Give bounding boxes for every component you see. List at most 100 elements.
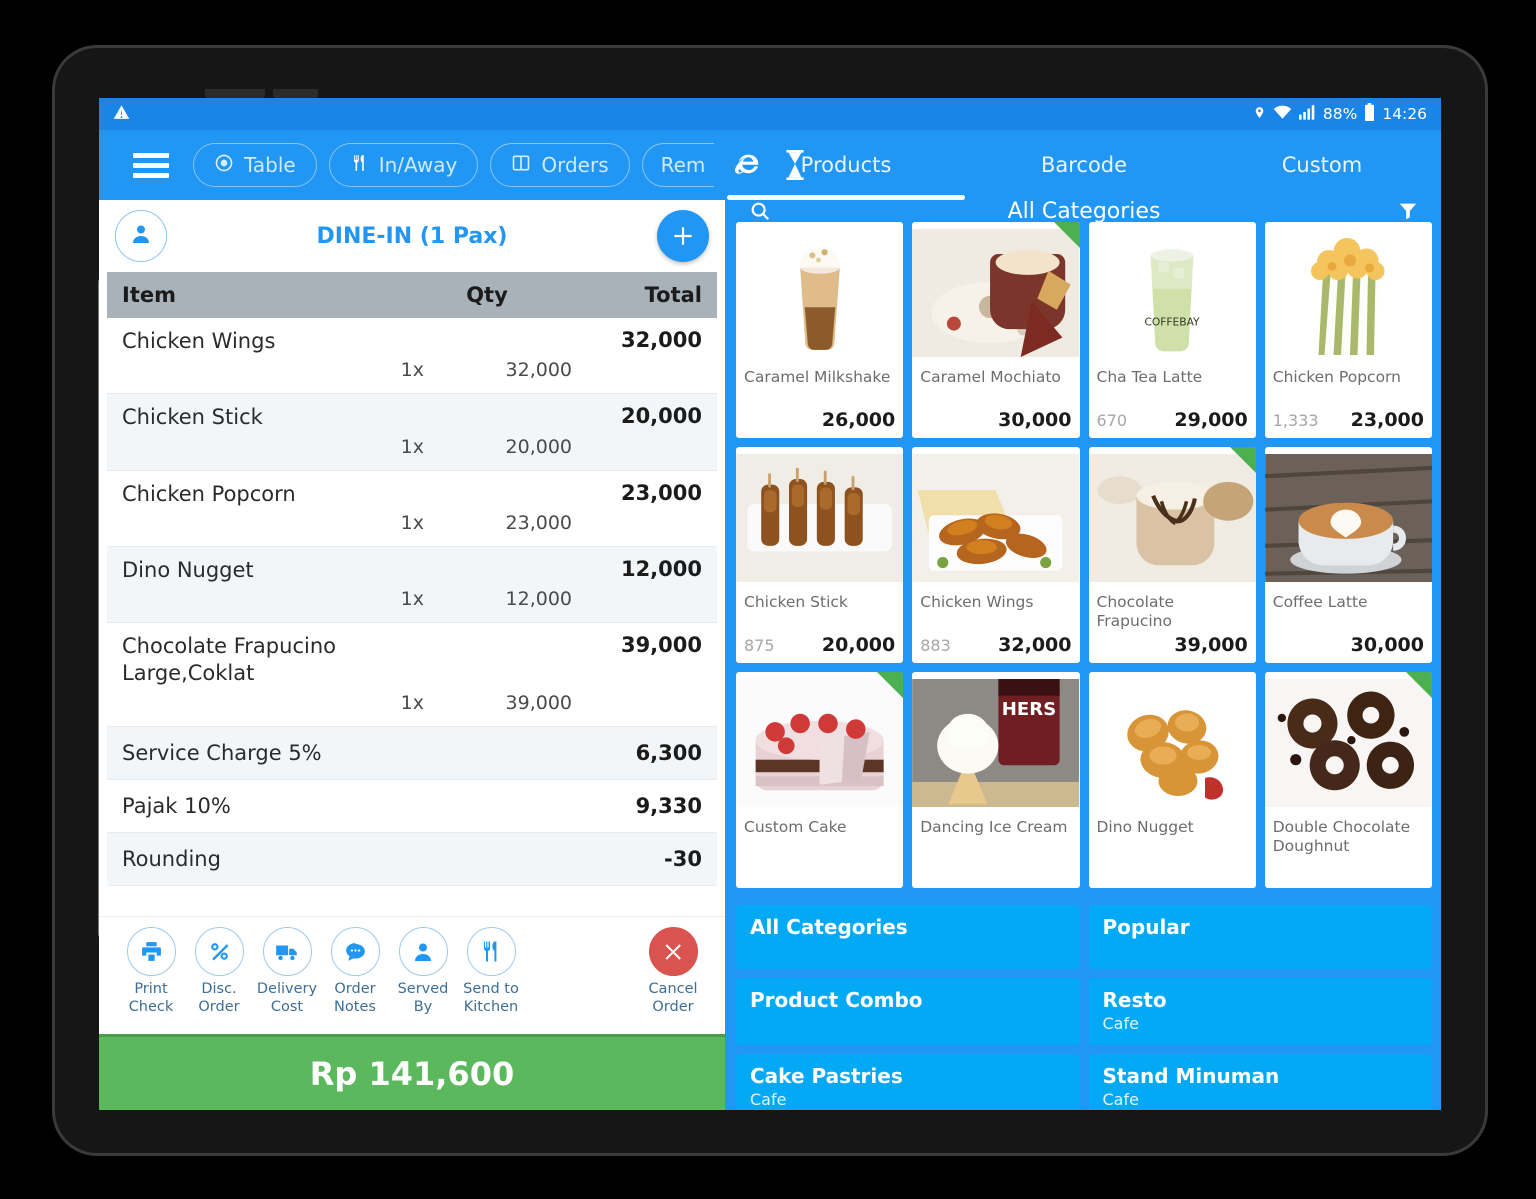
order-notes-button-label: Order Notes	[334, 981, 376, 1015]
order-item-row[interactable]: Chicken Popcorn 23,000 1x 23,000	[107, 471, 717, 547]
order-item-row[interactable]: Chicken Stick 20,000 1x 20,000	[107, 394, 717, 471]
tab-custom[interactable]: Custom	[1203, 130, 1441, 200]
printer-icon	[126, 927, 176, 976]
order-item-name: Chocolate Frapucino Large,Coklat	[122, 634, 336, 686]
served-by-button[interactable]: Served By	[389, 927, 457, 1016]
tab-barcode[interactable]: Barcode	[965, 130, 1203, 200]
close-x-icon	[648, 927, 698, 976]
tab-products[interactable]: Products	[727, 130, 965, 200]
order-notes-button[interactable]: Order Notes	[321, 927, 389, 1016]
category-tile[interactable]: All Categories	[736, 905, 1080, 969]
product-card[interactable]: Caramel Mochiato 30,000	[912, 222, 1080, 438]
product-grid: Caramel Milkshake 26,000 Caramel Mochiato 3…	[727, 222, 1441, 896]
product-card[interactable]: Custom Cake	[736, 672, 904, 888]
location-pin-icon	[1253, 104, 1266, 125]
product-name: Caramel Milkshake	[744, 368, 891, 386]
cancel-order-button[interactable]: Cancel Order	[639, 927, 707, 1016]
order-header: DINE-IN (1 Pax)	[99, 200, 725, 272]
category-tile[interactable]: Resto Cafe	[1088, 978, 1432, 1045]
product-card[interactable]: Dino Nugget	[1088, 672, 1256, 888]
product-price: 39,000	[1174, 634, 1248, 656]
order-item-row[interactable]: Chicken Wings 32,000 1x 32,000	[107, 318, 717, 395]
order-panel: DINE-IN (1 Pax) Item Qty Total Chicken W…	[99, 200, 727, 1110]
order-charge-row[interactable]: Pajak 10% 9,330	[107, 780, 717, 833]
order-item-unit-price: 23,000	[505, 511, 572, 534]
person-icon	[129, 222, 153, 250]
product-card[interactable]: Double Chocolate Doughnut	[1264, 672, 1432, 888]
product-price: 20,000	[821, 634, 896, 656]
product-card[interactable]: Chicken Wings 883 32,000	[912, 447, 1080, 663]
cutlery-icon	[466, 927, 516, 976]
print-check-button[interactable]: Print Check	[117, 927, 185, 1016]
product-thumbnail: HERS	[912, 672, 1080, 814]
product-name: Dino Nugget	[1096, 818, 1194, 836]
app-top-bar: Table In/Away Orders Rem Products Barcod…	[99, 130, 1441, 200]
table-button[interactable]: Table	[193, 143, 317, 187]
product-card[interactable]: Chocolate Frapucino 39,000	[1088, 447, 1256, 663]
category-name: Cake Pastries	[750, 1064, 903, 1088]
product-card[interactable]: COFFEBAY Cha Tea Latte 670 29,000	[1088, 222, 1256, 438]
category-subtitle: Cafe	[1102, 1014, 1139, 1033]
order-charge-row[interactable]: Service Charge 5% 6,300	[107, 726, 717, 780]
order-item-unit-price: 32,000	[505, 359, 572, 382]
product-name: Chicken Popcorn	[1272, 368, 1401, 386]
order-charge-value: 6,300	[635, 740, 702, 765]
product-name: Caramel Mochiato	[920, 368, 1061, 386]
product-card[interactable]: HERS Dancing Ice Cream	[912, 672, 1080, 888]
product-thumbnail	[1264, 447, 1432, 589]
column-header-qty: Qty	[466, 283, 508, 307]
customer-button[interactable]	[115, 210, 167, 262]
funnel-filter-icon[interactable]	[1397, 200, 1419, 222]
columns-icon	[511, 153, 531, 178]
order-charge-row[interactable]: Rounding -30	[107, 832, 717, 886]
product-price: 23,000	[1350, 409, 1424, 431]
delivery-cost-button-label: Delivery Cost	[256, 981, 318, 1015]
add-order-button[interactable]	[657, 210, 709, 262]
disc-order-button[interactable]: Disc. Order	[185, 927, 253, 1016]
send-to-kitchen-button[interactable]: Send to Kitchen	[457, 927, 525, 1016]
person-icon	[398, 927, 448, 976]
product-card[interactable]: Caramel Milkshake 26,000	[736, 222, 904, 438]
order-item-row[interactable]: Dino Nugget 12,000 1x 12,000	[107, 546, 717, 624]
order-item-total: 39,000	[620, 633, 702, 658]
column-header-total: Total	[644, 283, 702, 307]
search-icon[interactable]	[749, 200, 771, 222]
remove-button-label: Rem	[660, 153, 706, 177]
hamburger-menu-icon[interactable]	[121, 152, 181, 178]
tablet-screen: 88% 14:26 Table In/Away Orders Rem Produ…	[99, 98, 1441, 1110]
category-tile[interactable]: Cake Pastries Cafe	[736, 1054, 1080, 1110]
category-name: Popular	[1102, 915, 1190, 939]
product-name: Cha Tea Latte	[1096, 368, 1203, 386]
tab-custom-label: Custom	[1281, 153, 1363, 177]
category-tile[interactable]: Product Combo	[736, 978, 1080, 1045]
product-thumbnail	[736, 447, 904, 589]
category-tile[interactable]: Popular	[1088, 905, 1432, 969]
grand-total-bar[interactable]: Rp 141,600	[99, 1034, 725, 1110]
tablet-speaker-slot	[205, 89, 265, 98]
order-charge-value: -30	[664, 846, 702, 871]
in-away-button[interactable]: In/Away	[328, 143, 479, 187]
order-item-total: 12,000	[620, 556, 702, 581]
cancel-order-button-label: Cancel Order	[648, 981, 698, 1015]
served-by-button-label: Served By	[397, 981, 449, 1015]
order-charge-label: Rounding	[122, 846, 221, 871]
order-charge-label: Service Charge 5%	[122, 740, 322, 765]
product-card[interactable]: Chicken Stick 875 20,000	[736, 447, 904, 663]
order-item-name: Chicken Wings	[122, 329, 276, 353]
product-flag-corner	[1229, 447, 1256, 473]
product-name: Coffee Latte	[1272, 593, 1368, 611]
delivery-cost-button[interactable]: Delivery Cost	[253, 927, 321, 1016]
android-status-bar: 88% 14:26	[99, 98, 1441, 130]
remove-button[interactable]: Rem	[641, 143, 714, 187]
category-subtitle: Cafe	[1102, 1090, 1139, 1109]
warning-triangle-icon	[113, 104, 130, 125]
tab-products-label: Products	[800, 153, 892, 177]
column-header-item: Item	[122, 283, 176, 307]
order-item-row[interactable]: Chocolate Frapucino Large,Coklat 39,000 1x 3…	[107, 623, 717, 727]
orders-button[interactable]: Orders	[490, 143, 630, 187]
category-tile[interactable]: Stand Minuman Cafe	[1088, 1054, 1432, 1110]
order-items-list: Chicken Wings 32,000 1x 32,000 Chicken Stick…	[107, 318, 717, 916]
product-card[interactable]: Coffee Latte 30,000	[1264, 447, 1432, 663]
product-flag-corner	[877, 672, 904, 698]
product-card[interactable]: Chicken Popcorn 1,333 23,000	[1264, 222, 1432, 438]
